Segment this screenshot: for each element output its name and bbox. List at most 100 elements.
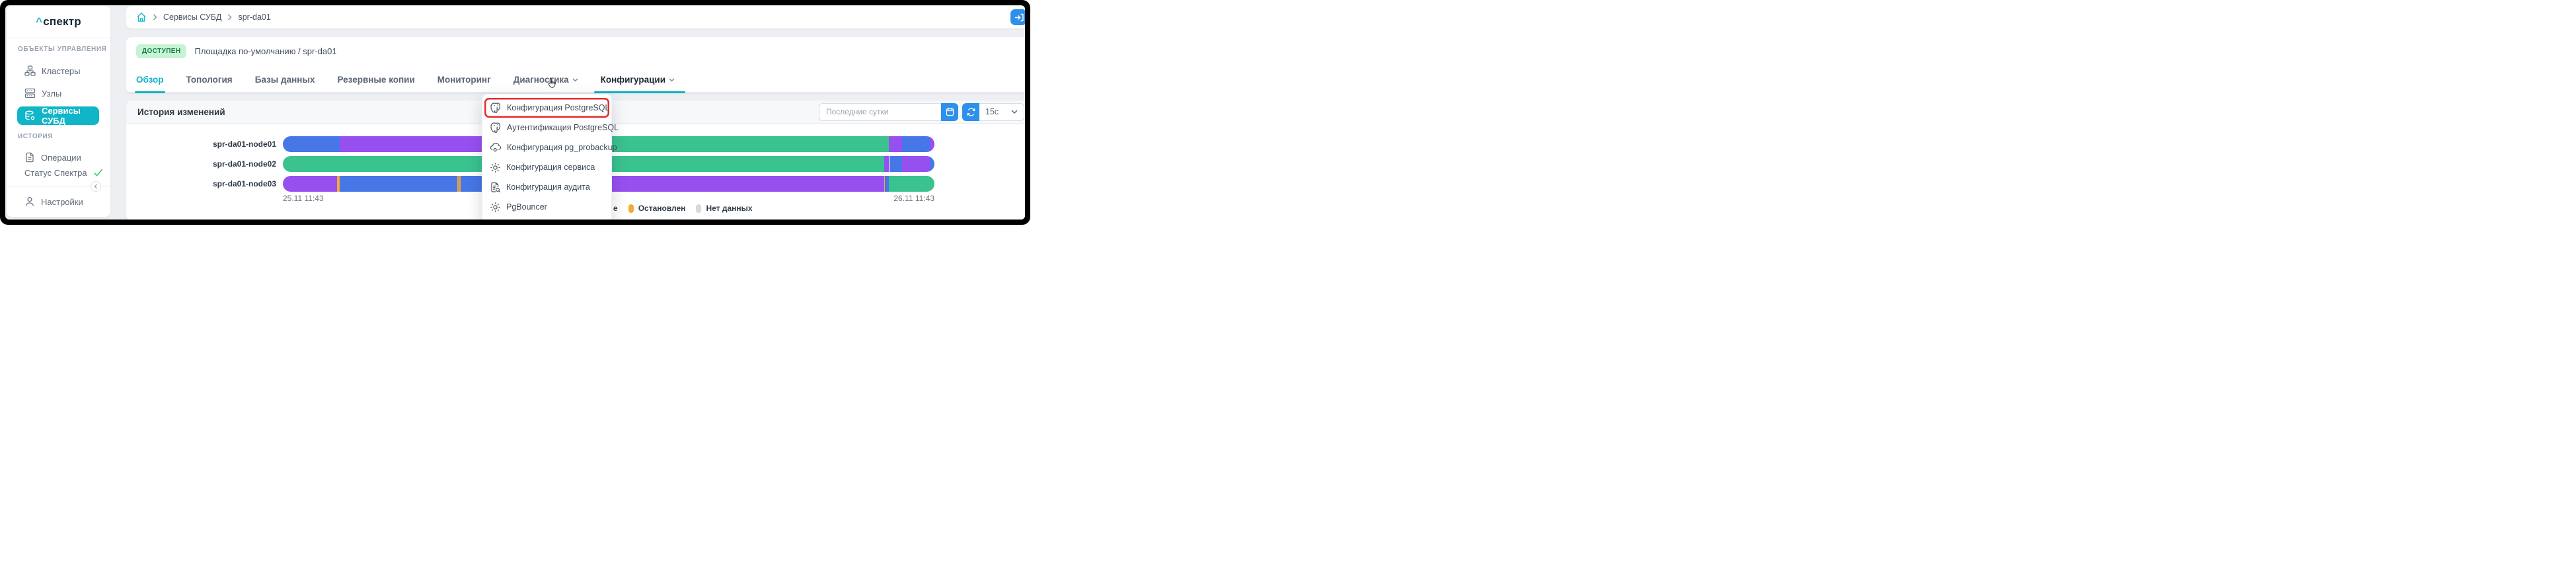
chevron-right-icon xyxy=(153,14,157,20)
menu-item[interactable]: Конфигурация сервиса xyxy=(484,157,609,177)
refresh-interval-value: 15с xyxy=(985,107,999,116)
login-button[interactable] xyxy=(1010,9,1025,25)
tab[interactable]: Базы данных xyxy=(255,75,315,92)
legend-label: Нет данных xyxy=(706,204,752,213)
tab-label: Базы данных xyxy=(255,75,315,85)
postgresql-icon xyxy=(490,102,502,114)
sidebar-item-settings[interactable]: Настройки xyxy=(13,192,105,212)
menu-item[interactable]: Аутентификация PostgreSQL xyxy=(484,118,609,138)
chevron-down-icon xyxy=(1011,110,1018,114)
postgresql-icon xyxy=(490,122,502,134)
service-card: ДОСТУПЕН Площадка по-умолчанию / spr-da0… xyxy=(126,37,1025,93)
configurations-dropdown: Конфигурация PostgreSQL Аутентификация P… xyxy=(482,94,612,220)
legend-label: Остановлен xyxy=(638,204,686,213)
chevron-left-icon xyxy=(94,184,98,189)
calendar-button[interactable] xyxy=(941,103,958,121)
timeline-segment-blue[interactable] xyxy=(930,156,934,172)
service-status-row: ДОСТУПЕН Площадка по-умолчанию / spr-da0… xyxy=(126,37,1025,58)
menu-item-label: PgBouncer xyxy=(506,202,547,212)
logo-caret: ^ xyxy=(36,15,42,28)
tab[interactable]: Конфигурации xyxy=(601,75,675,92)
node-label: spr-da01-node01 xyxy=(126,140,283,149)
tab[interactable]: Обзор xyxy=(136,75,164,92)
status-badge: ДОСТУПЕН xyxy=(136,44,186,58)
chevron-down-icon xyxy=(572,78,578,82)
app-logo: ^ спектр xyxy=(7,6,110,38)
cloud-gear-icon xyxy=(490,142,502,153)
timeline-segment-purple[interactable] xyxy=(283,176,337,192)
refresh-interval-select[interactable]: 15с xyxy=(979,103,1024,121)
tab[interactable]: Мониторинг xyxy=(437,75,491,92)
db-gear-icon xyxy=(24,110,36,121)
sidebar-item-label: Сервисы СУБД xyxy=(42,106,99,126)
menu-item[interactable]: PgBouncer xyxy=(484,197,609,217)
legend-items: Остановлен Нет данных xyxy=(628,204,753,213)
tab[interactable]: Топология xyxy=(186,75,233,92)
date-range-input[interactable] xyxy=(819,103,941,121)
operations-icon xyxy=(24,152,35,163)
menu-item-label: Конфигурация сервиса xyxy=(506,163,595,172)
timeline-segment-purple[interactable] xyxy=(930,136,934,152)
date-range-group xyxy=(819,103,958,121)
timeline-segment-green[interactable] xyxy=(889,176,934,192)
tab-label: Диагностика xyxy=(513,75,569,85)
sidebar-item-label: Узлы xyxy=(42,89,61,99)
chevron-down-icon xyxy=(669,78,675,82)
legend-item: Остановлен xyxy=(628,204,686,213)
timeline-segment-blue[interactable] xyxy=(890,156,901,172)
breadcrumb-item-service-name: spr-da01 xyxy=(238,13,270,22)
sidebar-section-objects: ОБЪЕКТЫ УПРАВЛЕНИЯ xyxy=(18,46,106,53)
timeline-segment-blue[interactable] xyxy=(283,136,340,152)
sidebar-section-history: ИСТОРИЯ xyxy=(18,133,53,140)
node-label: spr-da01-node02 xyxy=(126,159,283,169)
refresh-group: 15с xyxy=(962,103,1024,121)
timeline-segment-purple[interactable] xyxy=(902,156,930,172)
panel-title: История изменений xyxy=(137,107,225,117)
gear-icon xyxy=(490,162,501,173)
timeline-segment-blue[interactable] xyxy=(902,136,930,152)
nodes-icon xyxy=(24,88,36,99)
sidebar-item[interactable]: Узлы xyxy=(13,83,105,103)
legend: е Остановлен Нет данных xyxy=(613,204,753,213)
timeline-segment-purple[interactable] xyxy=(889,136,902,152)
menu-item-label: Аутентификация PostgreSQL xyxy=(507,123,619,132)
tab-label: Топология xyxy=(186,75,233,85)
gear-icon xyxy=(490,202,501,213)
history-controls: 15с xyxy=(819,103,1024,121)
timeline-segment-blue[interactable] xyxy=(340,176,457,192)
refresh-button[interactable] xyxy=(962,103,979,121)
logo-text: спектр xyxy=(43,15,81,28)
breadcrumb-item-services[interactable]: Сервисы СУБД xyxy=(163,13,221,22)
sidebar: ^ спектр ОБЪЕКТЫ УПРАВЛЕНИЯ Кластеры Узл… xyxy=(7,6,110,217)
chevron-right-icon xyxy=(227,14,232,20)
tab[interactable]: Резервные копии xyxy=(337,75,414,92)
sidebar-item[interactable]: Сервисы СУБД xyxy=(17,106,99,125)
clusters-icon xyxy=(24,65,36,76)
timeline-segment-purple[interactable] xyxy=(884,156,889,172)
menu-item-label: Конфигурация pg_probackup xyxy=(507,143,617,152)
sidebar-item[interactable]: Статус Спектра xyxy=(13,163,105,182)
sidebar-collapse-button[interactable] xyxy=(91,181,101,192)
tab-label: Мониторинг xyxy=(437,75,491,85)
home-icon[interactable] xyxy=(136,12,147,22)
tab[interactable]: Диагностика xyxy=(513,75,578,92)
sidebar-item[interactable]: Кластеры xyxy=(13,61,105,81)
tab-label: Обзор xyxy=(136,75,164,85)
node-label: spr-da01-node03 xyxy=(126,179,283,188)
breadcrumb: Сервисы СУБД spr-da01 xyxy=(126,6,1025,28)
legend-swatch xyxy=(696,204,701,213)
screenshot-frame: ^ спектр ОБЪЕКТЫ УПРАВЛЕНИЯ Кластеры Узл… xyxy=(0,0,1030,225)
service-path: Площадка по-умолчанию / spr-da01 xyxy=(194,46,336,56)
menu-item-label: Конфигурация PostgreSQL xyxy=(507,103,609,112)
sidebar-item-label: Статус Спектра xyxy=(24,168,87,178)
tab-label: Конфигурации xyxy=(601,75,665,85)
legend-item: Нет данных xyxy=(696,204,752,213)
legend-partial-label: е xyxy=(613,204,618,213)
menu-item[interactable]: Конфигурация PostgreSQL xyxy=(484,98,609,118)
sidebar-item-label: Кластеры xyxy=(42,66,81,76)
menu-item-label: Конфигурация аудита xyxy=(506,182,590,192)
person-icon xyxy=(24,196,35,207)
app-screen: ^ спектр ОБЪЕКТЫ УПРАВЛЕНИЯ Кластеры Узл… xyxy=(5,5,1025,220)
menu-item[interactable]: Конфигурация pg_probackup xyxy=(484,138,609,157)
menu-item[interactable]: Конфигурация аудита xyxy=(484,177,609,197)
